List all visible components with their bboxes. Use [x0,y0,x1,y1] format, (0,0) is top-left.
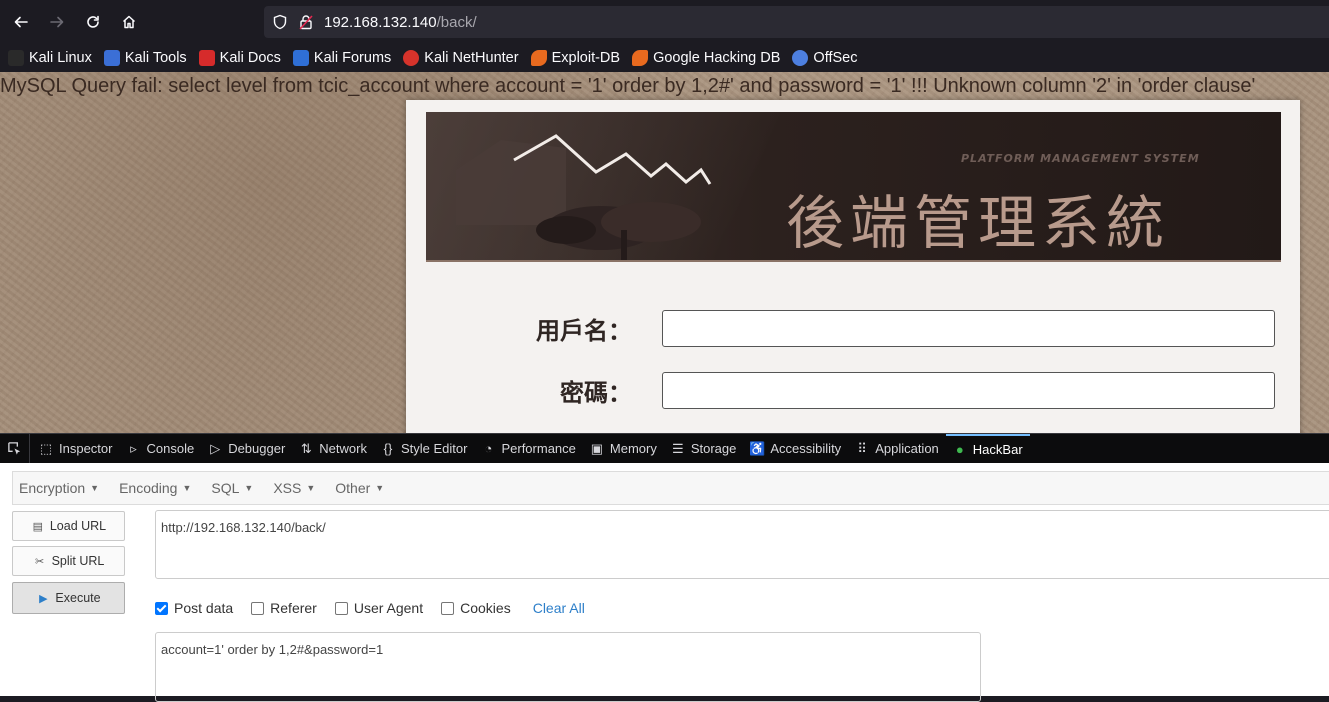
menu-xss[interactable]: XSS ▼ [273,480,315,496]
caret-down-icon: ▼ [306,483,316,493]
home-button[interactable] [111,4,147,40]
shield-icon[interactable] [272,14,288,30]
ghdb-icon [632,50,649,66]
hackbar-menu: Encryption ▼ Encoding ▼ SQL ▼ XSS ▼ Other ▼ [12,471,1329,505]
play-icon: ▶ [39,592,48,605]
forward-button[interactable] [39,4,75,40]
debugger-icon: ▷ [210,440,221,456]
devtools-tab-bar: ⬚ Inspector ▹ Console ▷ Debugger ⇅ Network {… [0,433,1329,464]
password-row: 密碼： [426,370,1281,410]
url-textarea[interactable]: http://192.168.132.140/back/ [155,510,1329,579]
hackbar-options: Post data Referer User Agent Cookies Cle… [155,599,585,617]
console-icon: ▹ [130,440,137,456]
banner-subtitle: PLATFORM MANAGEMENT SYSTEM [961,152,1200,165]
network-icon: ⇅ [300,440,312,456]
tab-inspector[interactable]: ⬚ Inspector [32,434,119,464]
insecure-lock-icon[interactable] [298,14,314,30]
checkbox-unchecked[interactable] [334,601,348,615]
cookies-checkbox[interactable]: Cookies [441,600,511,616]
password-label: 密碼： [560,378,632,407]
element-picker-button[interactable] [0,433,30,464]
style-editor-icon: {} [383,441,393,456]
back-button[interactable] [3,4,39,40]
navigation-toolbar: 192.168.132.140/back/ [0,0,1329,44]
caret-down-icon: ▼ [182,483,192,493]
bookmark-kali-forums[interactable]: Kali Forums [292,50,391,66]
nethunter-icon [403,50,420,66]
checkbox-checked[interactable] [155,601,168,615]
banner-title: 後端管理系統 [786,189,1171,257]
caret-down-icon: ▼ [244,483,254,493]
caret-down-icon: ▼ [375,483,385,493]
menu-other[interactable]: Other ▼ [335,480,384,496]
exploit-db-icon [530,50,547,66]
username-input[interactable] [662,309,1275,347]
tab-network[interactable]: ⇅ Network [292,434,374,464]
url-host: 192.168.132.140 [324,13,437,31]
menu-encryption[interactable]: Encryption ▼ [19,480,99,496]
post-data-checkbox[interactable]: Post data [155,600,233,616]
hackbar-panel: Encryption ▼ Encoding ▼ SQL ▼ XSS ▼ Other ▼ ▤… [0,463,1329,702]
load-url-button[interactable]: ▤ Load URL [12,511,125,541]
clear-all-link[interactable]: Clear All [533,600,585,616]
kali-dragon-icon [8,50,24,66]
checkbox-unchecked[interactable] [251,601,265,615]
tab-style-editor[interactable]: {} Style Editor [374,434,474,464]
execute-button[interactable]: ▶ Execute [12,582,125,614]
bookmark-kali-tools[interactable]: Kali Tools [103,50,187,66]
username-row: 用戶名： [426,308,1281,348]
arrow-left-icon [14,16,28,28]
tab-console[interactable]: ▹ Console [119,434,201,464]
load-url-icon: ▤ [32,520,44,533]
split-url-button[interactable]: ✂ Split URL [12,546,125,576]
caret-down-icon: ▼ [90,483,100,493]
tab-accessibility[interactable]: ♿ Accessibility [743,434,848,464]
bookmark-offsec[interactable]: OffSec [792,50,857,66]
post-data-textarea[interactable]: account=1' order by 1,2#&password=1 [155,632,981,702]
kali-docs-icon [198,50,215,66]
bookmark-exploit-db[interactable]: Exploit-DB [530,50,620,66]
kali-tools-icon [103,50,120,66]
page-content: MySQL Query fail: select level from tcic… [0,72,1329,433]
sql-error-message: MySQL Query fail: select level from tcic… [0,75,1256,97]
accessibility-icon: ♿ [749,440,766,456]
tab-debugger[interactable]: ▷ Debugger [201,434,292,464]
url-path: /back/ [436,13,477,31]
bookmarks-toolbar: Kali Linux Kali Tools Kali Docs Kali For… [0,44,1329,72]
reload-icon [87,15,99,28]
memory-icon: ▣ [590,440,604,456]
tab-application[interactable]: ⠿ Application [848,434,946,464]
offsec-icon [792,50,809,66]
element-picker-icon [8,442,21,455]
admin-banner: PLATFORM MANAGEMENT SYSTEM 後端管理系統 [426,112,1281,262]
reload-button[interactable] [75,4,111,40]
tab-memory[interactable]: ▣ Memory [583,434,664,464]
kali-forums-icon [292,50,309,66]
tab-hackbar[interactable]: ● HackBar [945,433,1030,464]
application-icon: ⠿ [857,440,867,456]
inspector-icon: ⬚ [39,440,53,456]
username-label: 用戶名： [536,316,632,345]
bookmark-kali-nethunter[interactable]: Kali NetHunter [403,50,519,66]
bookmark-google-hacking-db[interactable]: Google Hacking DB [632,50,780,66]
hackbar-icon: ● [955,442,964,457]
mountain-tree-illustration [456,134,712,260]
arrow-right-icon [50,16,64,28]
login-panel: PLATFORM MANAGEMENT SYSTEM 後端管理系統 用戶名： 密… [406,100,1300,433]
user-agent-checkbox[interactable]: User Agent [334,600,423,616]
bookmark-kali-docs[interactable]: Kali Docs [198,50,281,66]
performance-icon: ◔ [484,441,493,456]
scissors-icon: ✂ [34,555,45,568]
tab-storage[interactable]: ☰ Storage [664,434,744,464]
storage-icon: ☰ [672,440,684,456]
menu-encoding[interactable]: Encoding ▼ [119,480,191,496]
menu-sql[interactable]: SQL ▼ [211,480,253,496]
home-icon [122,15,136,29]
bookmark-kali-linux[interactable]: Kali Linux [8,50,92,66]
referer-checkbox[interactable]: Referer [251,600,317,616]
password-input[interactable] [662,371,1275,409]
tab-performance[interactable]: ◔ Performance [474,434,582,464]
checkbox-unchecked[interactable] [441,601,455,615]
url-bar[interactable]: 192.168.132.140/back/ [264,6,1329,38]
